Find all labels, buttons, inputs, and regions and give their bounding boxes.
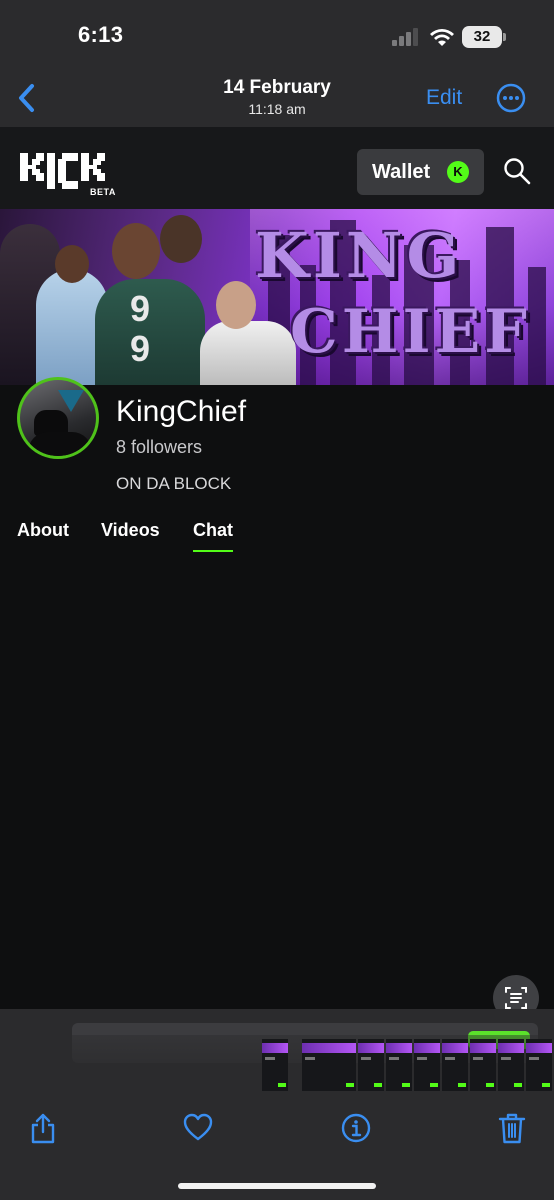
kick-logo[interactable] (20, 153, 122, 189)
active-tab-underline (193, 550, 233, 552)
channel-tabs: About Videos Chat (0, 517, 554, 553)
banner-title-line2: CHIEF (290, 297, 531, 367)
follower-count: 8 followers (116, 437, 203, 457)
beta-label: BETA (90, 187, 116, 197)
photo-thumbnail[interactable] (442, 1039, 468, 1091)
wallet-label: Wallet (372, 161, 431, 183)
info-icon[interactable] (341, 1112, 371, 1144)
wallet-button[interactable]: Wallet K (357, 149, 484, 195)
tab-chat[interactable]: Chat (193, 520, 233, 552)
channel-avatar[interactable] (17, 377, 99, 459)
tab-about[interactable]: About (17, 520, 69, 541)
photo-thumbnail[interactable] (262, 1039, 288, 1091)
tab-videos[interactable]: Videos (101, 520, 160, 541)
more-options-icon[interactable] (496, 83, 526, 113)
photo-thumbnail[interactable] (470, 1039, 496, 1091)
status-time: 6:13 (78, 22, 124, 47)
photo-thumbnail[interactable] (386, 1039, 412, 1091)
thumbnail-strip[interactable] (262, 1039, 554, 1091)
photo-thumbnail[interactable] (358, 1039, 384, 1091)
photo-thumbnail[interactable] (302, 1039, 356, 1091)
photos-bottom-bar (0, 1009, 554, 1200)
photo-time-subtitle: 11:18 am (248, 101, 306, 117)
channel-bio: ON DA BLOCK (116, 474, 232, 493)
kick-header: BETA Wallet K (0, 127, 554, 209)
photo-thumbnail[interactable] (498, 1039, 524, 1091)
search-icon[interactable] (503, 157, 531, 185)
photo-thumbnail[interactable] (414, 1039, 440, 1091)
battery-indicator: 32 (462, 26, 506, 48)
photo-thumbnail[interactable] (526, 1039, 552, 1091)
home-indicator[interactable] (178, 1183, 376, 1189)
kick-channel-screenshot: BETA Wallet K 99 KING CHIEF KingChief 8 … (0, 127, 554, 1009)
chat-area (0, 553, 554, 1009)
tab-chat-label: Chat (193, 520, 233, 540)
kick-coin-icon: K (447, 161, 469, 183)
share-icon[interactable] (28, 1112, 58, 1144)
photo-date-title: 14 February (223, 77, 331, 98)
photos-top-bar: 6:13 32 14 February 11:18 am Edit (0, 0, 554, 127)
banner-title-line1: KING (255, 219, 464, 292)
heart-icon[interactable] (183, 1112, 213, 1144)
channel-name: KingChief (116, 395, 247, 428)
wifi-icon (430, 29, 454, 46)
edit-button[interactable]: Edit (426, 86, 462, 110)
cellular-signal-icon (392, 28, 422, 46)
channel-banner: 99 KING CHIEF (0, 209, 554, 385)
trash-icon[interactable] (497, 1112, 527, 1144)
